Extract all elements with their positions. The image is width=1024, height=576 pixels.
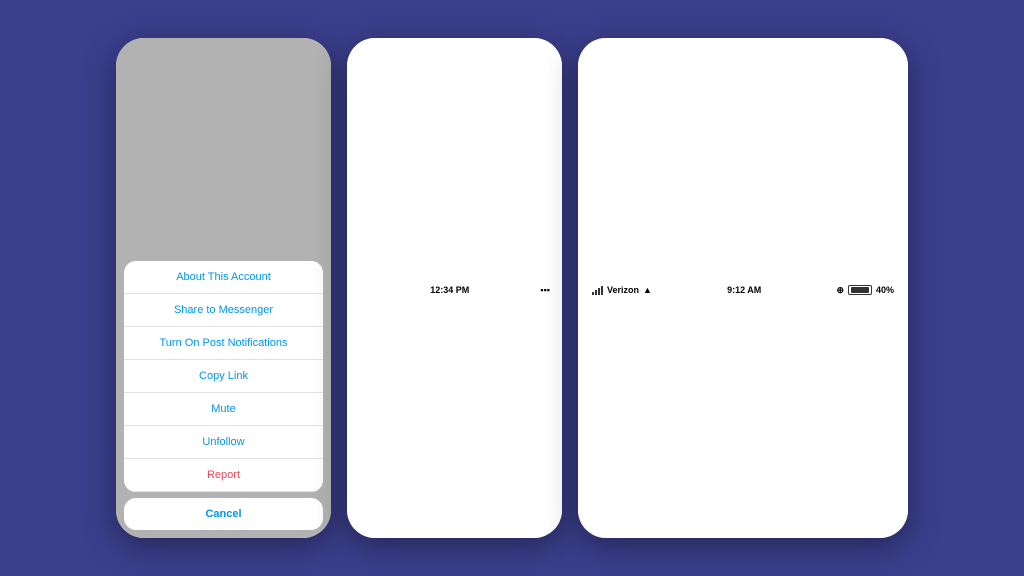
phone2-status-bar: 12:34 PM ▪▪▪ (347, 38, 562, 538)
wifi-icon: ▲ (643, 285, 652, 295)
action-mute[interactable]: Mute (124, 393, 323, 426)
location-icon: ⊕ (836, 285, 844, 296)
screenshot-container: 12:34 PM ▪▪▪ ‹ amethyst_grl ••• 👤 922 po… (96, 18, 928, 558)
action-unfollow[interactable]: Unfollow (124, 426, 323, 459)
battery-icon (848, 285, 872, 295)
phone2-frame: 12:34 PM ▪▪▪ ‹ About This Account Done A… (347, 38, 562, 538)
phone3-time: 9:12 AM (727, 285, 761, 295)
phone2-time: 12:34 PM (430, 285, 469, 295)
bar1 (592, 292, 594, 295)
action-cancel[interactable]: Cancel (124, 498, 323, 530)
action-messenger[interactable]: Share to Messenger (124, 294, 323, 327)
phone3-frame: Verizon ▲ 9:12 AM ⊕ 40% < Request Verifi… (578, 38, 908, 538)
action-copy-link[interactable]: Copy Link (124, 360, 323, 393)
battery-fill (851, 287, 869, 293)
phone3-status-bar: Verizon ▲ 9:12 AM ⊕ 40% (578, 38, 908, 538)
action-sheet-overlay: About This Account Share to Messenger Tu… (116, 38, 331, 538)
bar2 (595, 290, 597, 295)
action-sheet: About This Account Share to Messenger Tu… (124, 261, 323, 492)
bar3 (598, 288, 600, 295)
p3-status-left: Verizon ▲ (592, 285, 652, 295)
signal-bars (592, 286, 603, 295)
action-notifications[interactable]: Turn On Post Notifications (124, 327, 323, 360)
action-report[interactable]: Report (124, 459, 323, 492)
carrier-label: Verizon (607, 285, 639, 295)
bar4 (601, 286, 603, 295)
p3-status-right: ⊕ 40% (836, 285, 894, 296)
p2-battery: ▪▪▪ (540, 285, 550, 295)
phone1-frame: 12:34 PM ▪▪▪ ‹ amethyst_grl ••• 👤 922 po… (116, 38, 331, 538)
action-about[interactable]: About This Account (124, 261, 323, 294)
battery-pct: 40% (876, 285, 894, 295)
